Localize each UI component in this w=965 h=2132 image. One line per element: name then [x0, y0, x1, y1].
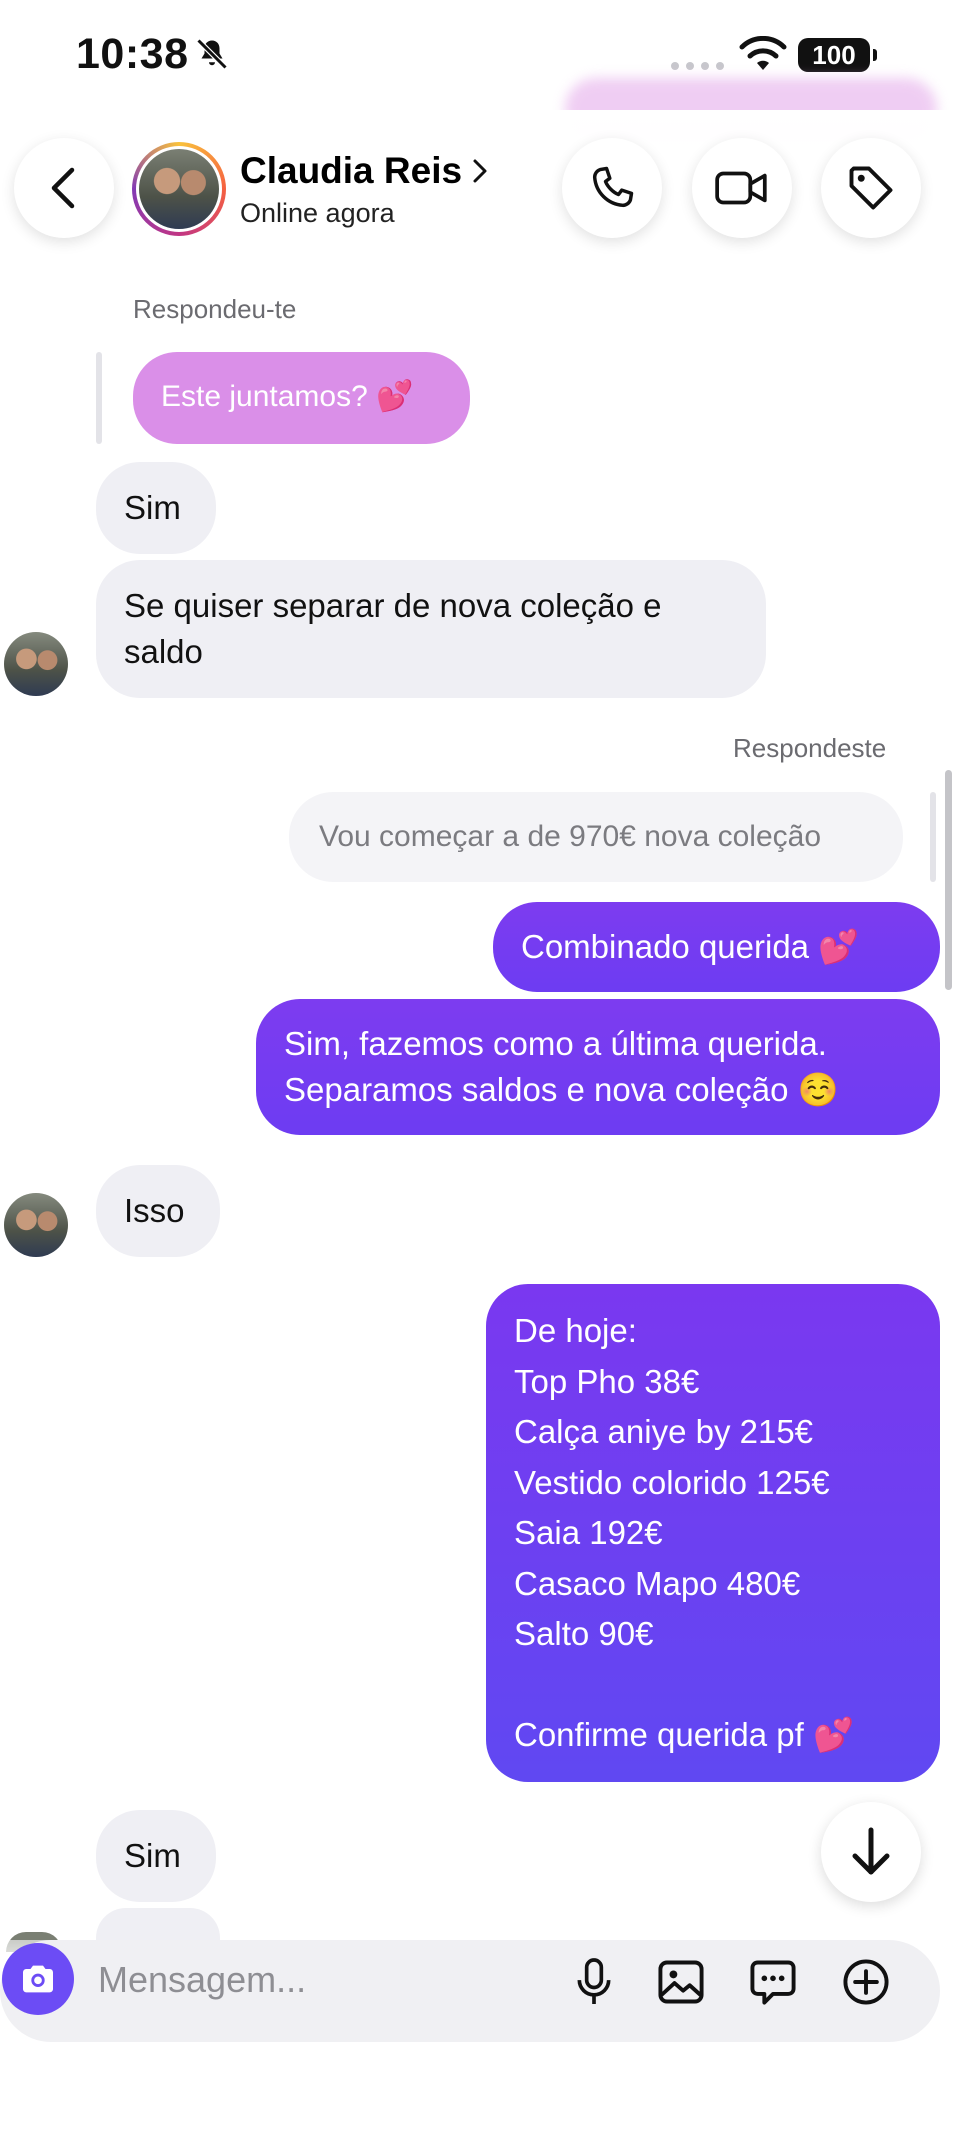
back-button[interactable]	[14, 138, 114, 238]
received-message[interactable]: Se quiser separar de nova coleção e sald…	[96, 560, 766, 698]
contact-status: Online agora	[240, 198, 395, 228]
bell-muted-icon	[196, 38, 228, 70]
battery-indicator: 100	[798, 38, 877, 72]
chevron-right-icon[interactable]	[470, 156, 490, 186]
message-line: Saia 192€	[514, 1514, 663, 1551]
sender-avatar[interactable]	[4, 1193, 68, 1257]
gallery-button[interactable]	[655, 1956, 707, 2008]
reply-received-label: Respondeu-te	[133, 294, 297, 324]
sticker-button[interactable]	[747, 1956, 799, 2008]
video-camera-icon	[715, 171, 767, 205]
sent-message[interactable]: Combinado querida 💕	[493, 902, 940, 992]
avatar-photo	[139, 149, 219, 229]
message-line: Sim, fazemos como a última querida.	[284, 1025, 827, 1062]
message-line: Salto 90€	[514, 1615, 654, 1652]
message-line: Vestido colorido 125€	[514, 1463, 830, 1501]
tag-icon	[849, 166, 893, 210]
scroll-to-bottom-button[interactable]	[821, 1802, 921, 1902]
message-line: Casaco Mapo 480€	[514, 1564, 801, 1602]
message-line: Separamos saldos e nova coleção ☺️	[284, 1071, 839, 1108]
message-line: Top Pho 38€	[514, 1362, 700, 1400]
message-line: Calça aniye by 215€	[514, 1413, 814, 1450]
reply-indicator-line	[930, 792, 936, 882]
chevron-left-icon	[51, 167, 75, 209]
contact-name[interactable]: Claudia Reis	[240, 150, 462, 192]
wifi-icon	[739, 36, 787, 70]
message-input-bar	[0, 1940, 940, 2042]
signal-dots-icon	[671, 62, 724, 70]
scrollbar[interactable]	[945, 770, 952, 990]
quoted-message[interactable]: Este juntamos? 💕	[133, 352, 470, 444]
chat-bubble-icon	[750, 1960, 796, 2005]
message-line	[514, 1660, 912, 1710]
received-message[interactable]: Isso	[96, 1165, 220, 1257]
received-message[interactable]: Sim	[96, 462, 216, 554]
camera-button[interactable]	[2, 1943, 74, 2015]
quoted-message[interactable]: Vou começar a de 970€ nova coleção	[289, 792, 903, 882]
message-line: De hoje:	[514, 1312, 637, 1349]
reply-sent-label: Respondeste	[733, 733, 887, 763]
camera-icon	[23, 1965, 53, 1993]
message-line: Confirme querida pf 💕	[514, 1715, 855, 1753]
chat-header: Claudia Reis Online agora	[0, 110, 965, 270]
received-message[interactable]: Sim	[96, 1810, 216, 1902]
video-call-button[interactable]	[692, 138, 792, 238]
phone-icon	[592, 166, 634, 208]
arrow-down-icon	[852, 1827, 890, 1875]
plus-circle-icon	[843, 1959, 889, 2005]
microphone-icon	[577, 1958, 611, 2004]
audio-call-button[interactable]	[562, 138, 662, 238]
sender-avatar[interactable]	[4, 632, 68, 696]
status-time: 10:38	[76, 30, 189, 78]
message-input[interactable]	[96, 1952, 540, 2008]
reply-indicator-line	[96, 352, 102, 444]
sent-message[interactable]: De hoje: Top Pho 38€ Calça aniye by 215€…	[486, 1284, 940, 1782]
sent-message[interactable]: Sim, fazemos como a última querida. Sepa…	[256, 999, 940, 1135]
composer	[0, 1940, 965, 2132]
contact-avatar[interactable]	[132, 142, 226, 236]
tag-button[interactable]	[821, 138, 921, 238]
image-icon	[658, 1960, 704, 2004]
microphone-button[interactable]	[568, 1956, 620, 2008]
add-button[interactable]	[840, 1956, 892, 2008]
